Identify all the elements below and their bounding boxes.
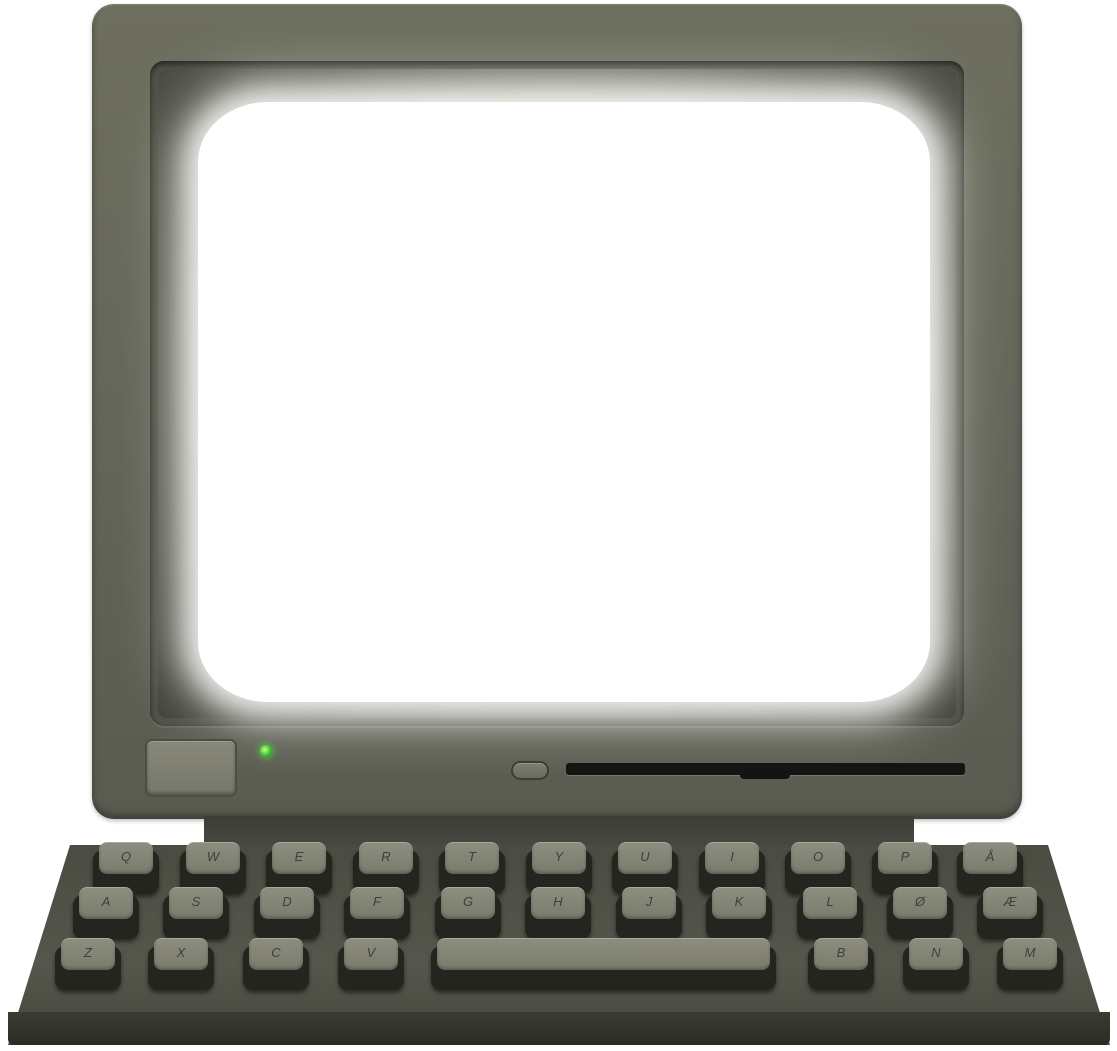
key-d[interactable]: D xyxy=(254,887,320,939)
key-label: Y xyxy=(554,849,564,864)
power-button[interactable] xyxy=(147,741,235,795)
key-label: O xyxy=(812,849,824,864)
key-o-slash[interactable]: Ø xyxy=(887,887,953,939)
key-label: W xyxy=(206,849,220,864)
key-label: I xyxy=(730,849,734,864)
key-a-ring[interactable]: Å xyxy=(957,842,1023,894)
key-v[interactable]: V xyxy=(338,938,404,990)
key-label: E xyxy=(294,849,304,864)
key-label: X xyxy=(176,945,186,960)
key-q[interactable]: Q xyxy=(93,842,159,894)
key-p[interactable]: P xyxy=(872,842,938,894)
floppy-disk-slot[interactable] xyxy=(566,763,965,779)
eject-button[interactable] xyxy=(513,763,547,778)
key-label: N xyxy=(931,945,941,960)
key-label: D xyxy=(282,894,292,909)
key-label: M xyxy=(1024,945,1036,960)
key-label: S xyxy=(191,894,201,909)
keyboard-base xyxy=(8,1012,1110,1045)
key-label: R xyxy=(381,849,391,864)
key-t[interactable]: T xyxy=(439,842,505,894)
key-f[interactable]: F xyxy=(344,887,410,939)
crt-monitor xyxy=(92,4,1022,819)
key-label: J xyxy=(645,894,653,909)
key-z[interactable]: Z xyxy=(55,938,121,990)
spacebar[interactable] xyxy=(431,938,776,990)
key-label: Ø xyxy=(914,894,926,909)
key-label: P xyxy=(900,849,910,864)
retro-computer: Q W E R T Y U I O P Å A S D F G H J K L … xyxy=(0,0,1117,1051)
crt-screen xyxy=(198,102,930,702)
key-c[interactable]: C xyxy=(243,938,309,990)
key-i[interactable]: I xyxy=(699,842,765,894)
key-o[interactable]: O xyxy=(785,842,851,894)
key-label: Å xyxy=(985,849,995,864)
key-label: A xyxy=(101,894,111,909)
key-ae[interactable]: Æ xyxy=(977,887,1043,939)
key-k[interactable]: K xyxy=(706,887,772,939)
key-label: G xyxy=(462,894,474,909)
key-label: C xyxy=(271,945,281,960)
key-x[interactable]: X xyxy=(148,938,214,990)
key-a[interactable]: A xyxy=(73,887,139,939)
key-label: Z xyxy=(84,945,92,960)
key-u[interactable]: U xyxy=(612,842,678,894)
key-r[interactable]: R xyxy=(353,842,419,894)
key-label: V xyxy=(366,945,376,960)
key-label: K xyxy=(734,894,744,909)
key-l[interactable]: L xyxy=(797,887,863,939)
key-label: T xyxy=(468,849,476,864)
key-label: U xyxy=(640,849,650,864)
key-label: L xyxy=(826,894,834,909)
key-label: Q xyxy=(120,849,132,864)
key-label: Æ xyxy=(1003,894,1017,909)
power-led-icon xyxy=(260,745,272,757)
key-j[interactable]: J xyxy=(616,887,682,939)
key-label: H xyxy=(553,894,563,909)
key-n[interactable]: N xyxy=(903,938,969,990)
key-h[interactable]: H xyxy=(525,887,591,939)
key-y[interactable]: Y xyxy=(526,842,592,894)
key-w[interactable]: W xyxy=(180,842,246,894)
key-label: F xyxy=(373,894,381,909)
key-label: B xyxy=(836,945,846,960)
key-e[interactable]: E xyxy=(266,842,332,894)
screen-bezel xyxy=(150,61,964,726)
key-b[interactable]: B xyxy=(808,938,874,990)
key-s[interactable]: S xyxy=(163,887,229,939)
screen-surround xyxy=(158,69,956,718)
key-g[interactable]: G xyxy=(435,887,501,939)
key-m[interactable]: M xyxy=(997,938,1063,990)
